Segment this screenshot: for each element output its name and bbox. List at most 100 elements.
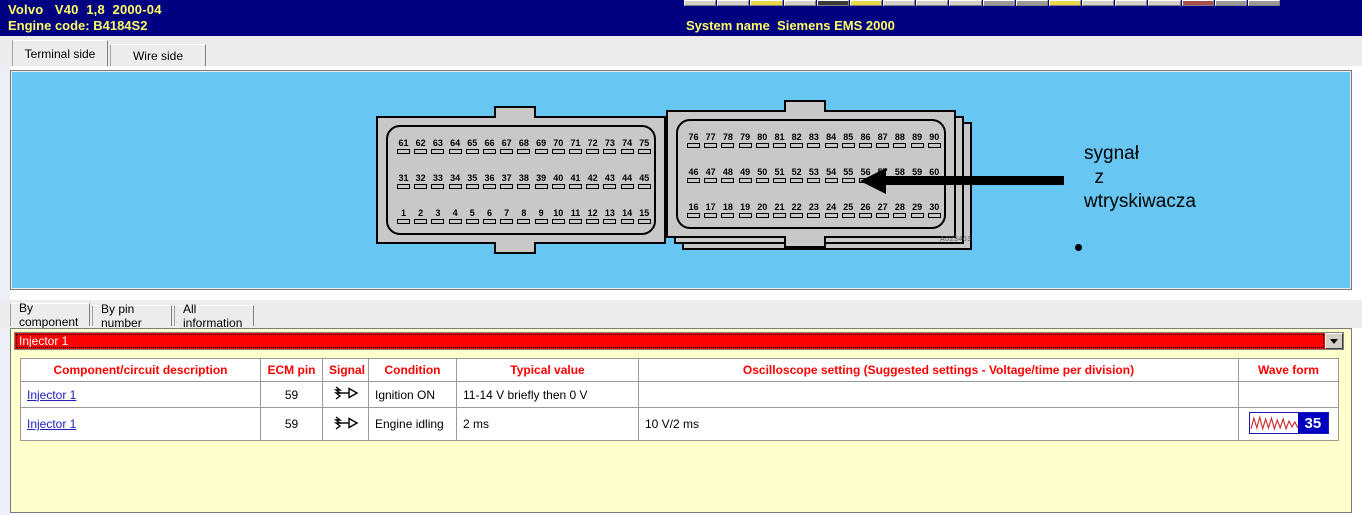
connector-pin-47[interactable]: 47	[703, 168, 718, 183]
connector-pin-14[interactable]: 14	[620, 209, 635, 224]
connector-pin-26[interactable]: 26	[858, 203, 873, 218]
connector-pin-70[interactable]: 70	[551, 139, 566, 154]
connector-pin-30[interactable]: 30	[927, 203, 942, 218]
connector-pin-62[interactable]: 62	[413, 139, 428, 154]
component-select-dropdown-button[interactable]	[1325, 333, 1343, 349]
connector-pin-72[interactable]: 72	[585, 139, 600, 154]
connector-pin-44[interactable]: 44	[620, 174, 635, 189]
connector-pin-83[interactable]: 83	[806, 133, 821, 148]
connector-pin-2[interactable]: 2	[413, 209, 428, 224]
toolbar-button[interactable]	[684, 0, 716, 6]
connector-pin-51[interactable]: 51	[772, 168, 787, 183]
toolbar-button[interactable]	[817, 0, 849, 6]
connector-pin-38[interactable]: 38	[516, 174, 531, 189]
connector-pin-55[interactable]: 55	[841, 168, 856, 183]
connector-pin-65[interactable]: 65	[465, 139, 480, 154]
connector-pin-32[interactable]: 32	[413, 174, 428, 189]
connector-pin-5[interactable]: 5	[465, 209, 480, 224]
connector-pin-7[interactable]: 7	[499, 209, 514, 224]
connector-pin-90[interactable]: 90	[927, 133, 942, 148]
connector-pin-1[interactable]: 1	[396, 209, 411, 224]
connector-pin-45[interactable]: 45	[637, 174, 652, 189]
connector-pin-46[interactable]: 46	[686, 168, 701, 183]
connector-pin-27[interactable]: 27	[875, 203, 890, 218]
tab-by-pin-number[interactable]: By pin number	[92, 305, 172, 326]
connector-pin-75[interactable]: 75	[637, 139, 652, 154]
connector-pin-21[interactable]: 21	[772, 203, 787, 218]
connector-pin-88[interactable]: 88	[892, 133, 907, 148]
connector-pin-81[interactable]: 81	[772, 133, 787, 148]
connector-pin-69[interactable]: 69	[534, 139, 549, 154]
connector-pin-4[interactable]: 4	[448, 209, 463, 224]
connector-pin-78[interactable]: 78	[720, 133, 735, 148]
connector-pin-17[interactable]: 17	[703, 203, 718, 218]
connector-pin-76[interactable]: 76	[686, 133, 701, 148]
connector-pin-9[interactable]: 9	[534, 209, 549, 224]
component-select-value[interactable]: Injector 1	[15, 333, 1325, 349]
connector-pin-66[interactable]: 66	[482, 139, 497, 154]
connector-pin-41[interactable]: 41	[568, 174, 583, 189]
connector-pin-87[interactable]: 87	[875, 133, 890, 148]
connector-pin-40[interactable]: 40	[551, 174, 566, 189]
connector-pin-82[interactable]: 82	[789, 133, 804, 148]
connector-pin-10[interactable]: 10	[551, 209, 566, 224]
connector-pin-3[interactable]: 3	[430, 209, 445, 224]
connector-pin-18[interactable]: 18	[720, 203, 735, 218]
connector-pin-53[interactable]: 53	[806, 168, 821, 183]
connector-pin-29[interactable]: 29	[910, 203, 925, 218]
connector-pin-19[interactable]: 19	[738, 203, 753, 218]
connector-pin-43[interactable]: 43	[602, 174, 617, 189]
connector-pin-24[interactable]: 24	[824, 203, 839, 218]
tab-terminal-side[interactable]: Terminal side	[12, 40, 108, 66]
connector-pin-50[interactable]: 50	[755, 168, 770, 183]
toolbar-button[interactable]	[717, 0, 749, 6]
connector-pin-15[interactable]: 15	[637, 209, 652, 224]
connector-pin-36[interactable]: 36	[482, 174, 497, 189]
connector-pin-68[interactable]: 68	[516, 139, 531, 154]
connector-pin-77[interactable]: 77	[703, 133, 718, 148]
connector-pin-48[interactable]: 48	[720, 168, 735, 183]
connector-pin-71[interactable]: 71	[568, 139, 583, 154]
toolbar-button[interactable]	[1115, 0, 1147, 6]
tab-wire-side[interactable]: Wire side	[110, 44, 206, 66]
connector-pin-16[interactable]: 16	[686, 203, 701, 218]
connector-pin-20[interactable]: 20	[755, 203, 770, 218]
connector-pin-39[interactable]: 39	[534, 174, 549, 189]
component-link[interactable]: Injector 1	[27, 388, 76, 402]
connector-pin-74[interactable]: 74	[620, 139, 635, 154]
toolbar-button[interactable]	[850, 0, 882, 6]
component-link[interactable]: Injector 1	[27, 417, 76, 431]
toolbar-strip[interactable]	[684, 0, 1280, 6]
connector-pin-42[interactable]: 42	[585, 174, 600, 189]
connector-pin-31[interactable]: 31	[396, 174, 411, 189]
connector-pin-28[interactable]: 28	[892, 203, 907, 218]
component-select[interactable]: Injector 1	[14, 332, 1344, 350]
connector-pin-73[interactable]: 73	[602, 139, 617, 154]
connector-pin-34[interactable]: 34	[448, 174, 463, 189]
toolbar-button[interactable]	[784, 0, 816, 6]
connector-pin-23[interactable]: 23	[806, 203, 821, 218]
toolbar-button[interactable]	[949, 0, 981, 6]
connector-pin-86[interactable]: 86	[858, 133, 873, 148]
connector-pin-8[interactable]: 8	[516, 209, 531, 224]
connector-pin-22[interactable]: 22	[789, 203, 804, 218]
toolbar-button[interactable]	[750, 0, 782, 6]
connector-pin-63[interactable]: 63	[430, 139, 445, 154]
connector-pin-79[interactable]: 79	[738, 133, 753, 148]
connector-pin-52[interactable]: 52	[789, 168, 804, 183]
toolbar-button[interactable]	[1016, 0, 1048, 6]
toolbar-button[interactable]	[1082, 0, 1114, 6]
connector-pin-37[interactable]: 37	[499, 174, 514, 189]
waveform-thumbnail[interactable]: 35	[1249, 412, 1329, 434]
toolbar-button[interactable]	[916, 0, 948, 6]
connector-pin-64[interactable]: 64	[448, 139, 463, 154]
connector-pin-12[interactable]: 12	[585, 209, 600, 224]
toolbar-button[interactable]	[1182, 0, 1214, 6]
connector-pin-61[interactable]: 61	[396, 139, 411, 154]
connector-pin-80[interactable]: 80	[755, 133, 770, 148]
connector-pin-6[interactable]: 6	[482, 209, 497, 224]
connector-pin-67[interactable]: 67	[499, 139, 514, 154]
toolbar-button[interactable]	[1248, 0, 1280, 6]
toolbar-button[interactable]	[1148, 0, 1180, 6]
toolbar-button[interactable]	[983, 0, 1015, 6]
